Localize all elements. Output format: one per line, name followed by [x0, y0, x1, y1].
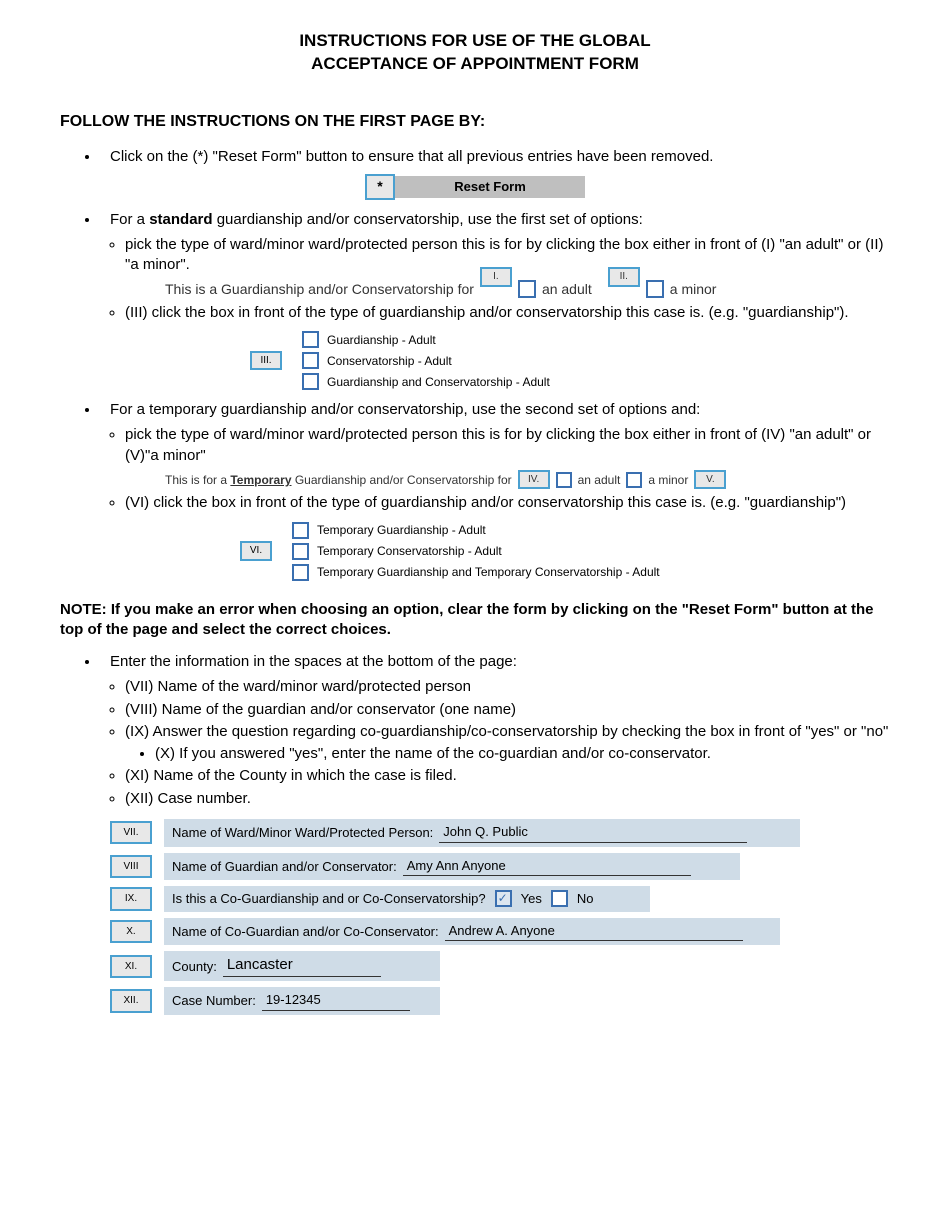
chk-c-adult[interactable] — [302, 352, 319, 369]
field-num-xii: XII. — [110, 989, 152, 1013]
opt-tg-adult: Temporary Guardianship - Adult — [317, 522, 486, 538]
checkbox-minor-std[interactable] — [646, 280, 664, 298]
bullet-enter: Enter the information in the spaces at t… — [100, 652, 890, 672]
field-viii-label: Name of Guardian and/or Conservator: — [172, 858, 397, 876]
callout-6: VI. — [240, 541, 272, 561]
label-adult-std: an adult — [542, 280, 592, 299]
field-ix: Is this a Co-Guardianship and or Co-Cons… — [164, 886, 650, 912]
document-title: INSTRUCTIONS FOR USE OF THE GLOBAL ACCEP… — [60, 30, 890, 76]
label-minor-temp: a minor — [648, 472, 688, 488]
field-xi-value[interactable]: Lancaster — [223, 955, 381, 977]
opt-gc-adult: Guardianship and Conservatorship - Adult — [327, 374, 550, 390]
note-text: NOTE: If you make an error when choosing… — [60, 601, 874, 638]
opt-g-adult: Guardianship - Adult — [327, 332, 436, 348]
sub-vii: (VII) Name of the ward/minor ward/protec… — [125, 677, 890, 697]
field-num-vii: VII. — [110, 821, 152, 845]
standard-type-line: This is a Guardianship and/or Conservato… — [165, 279, 890, 299]
callout-2: II. — [608, 267, 640, 287]
sub-iii: (III) click the box in front of the type… — [125, 303, 890, 323]
field-xii-value[interactable]: 19-12345 — [262, 991, 410, 1011]
field-vii-value[interactable]: John Q. Public — [439, 823, 747, 843]
field-ix-label: Is this a Co-Guardianship and or Co-Cons… — [172, 890, 486, 908]
field-viii-value[interactable]: Amy Ann Anyone — [403, 857, 691, 877]
field-num-viii: VIII — [110, 855, 152, 879]
field-xii-label: Case Number: — [172, 992, 256, 1010]
sub-ix: (IX) Answer the question regarding co-gu… — [125, 722, 890, 742]
opt-c-adult: Conservatorship - Adult — [327, 353, 452, 369]
section-heading: FOLLOW THE INSTRUCTIONS ON THE FIRST PAG… — [60, 111, 890, 133]
checkbox-adult-temp[interactable] — [556, 472, 572, 488]
label-adult-temp: an adult — [578, 472, 621, 488]
callout-5: V. — [694, 470, 726, 490]
chk-gc-adult[interactable] — [302, 373, 319, 390]
opt-tc-adult: Temporary Conservatorship - Adult — [317, 543, 502, 559]
field-xi-label: County: — [172, 958, 217, 976]
sub-viii: (VIII) Name of the guardian and/or conse… — [125, 700, 890, 720]
callout-4: IV. — [518, 470, 550, 490]
field-num-x: X. — [110, 920, 152, 944]
example-fields: VII. Name of Ward/Minor Ward/Protected P… — [110, 819, 890, 1015]
sub-xi: (XI) Name of the County in which the cas… — [125, 766, 890, 786]
label-yes: Yes — [521, 890, 542, 908]
field-vii-label: Name of Ward/Minor Ward/Protected Person… — [172, 824, 433, 842]
field-num-xi: XI. — [110, 955, 152, 979]
title-line-1: INSTRUCTIONS FOR USE OF THE GLOBAL — [60, 30, 890, 53]
chk-tc-adult[interactable] — [292, 543, 309, 560]
field-vii: Name of Ward/Minor Ward/Protected Person… — [164, 819, 800, 847]
field-xi: County: Lancaster — [164, 951, 440, 981]
bullet-reset: Click on the (*) "Reset Form" button to … — [100, 147, 890, 167]
field-x-value[interactable]: Andrew A. Anyone — [445, 922, 743, 942]
reset-star-box: * — [365, 174, 395, 200]
label-minor-std: a minor — [670, 280, 717, 299]
field-xii: Case Number: 19-12345 — [164, 987, 440, 1015]
opt-tgc-adult: Temporary Guardianship and Temporary Con… — [317, 564, 660, 580]
sub-xii: (XII) Case number. — [125, 789, 890, 809]
field-viii: Name of Guardian and/or Conservator: Amy… — [164, 853, 740, 881]
bullet-standard: For a standard guardianship and/or conse… — [100, 210, 890, 230]
chk-g-adult[interactable] — [302, 331, 319, 348]
callout-1: I. — [480, 267, 512, 287]
chk-tg-adult[interactable] — [292, 522, 309, 539]
field-x-label: Name of Co-Guardian and/or Co-Conservato… — [172, 923, 439, 941]
standard-options: III. Guardianship - Adult Conservatorshi… — [250, 327, 890, 394]
sub-pick-temp: pick the type of ward/minor ward/protect… — [125, 425, 890, 466]
checkbox-adult-std[interactable] — [518, 280, 536, 298]
title-line-2: ACCEPTANCE OF APPOINTMENT FORM — [60, 53, 890, 76]
checkbox-minor-temp[interactable] — [626, 472, 642, 488]
temp-type-line: This is for a Temporary Guardianship and… — [165, 470, 890, 490]
field-num-ix: IX. — [110, 887, 152, 911]
chk-no[interactable] — [551, 890, 568, 907]
chk-yes[interactable] — [495, 890, 512, 907]
chk-tgc-adult[interactable] — [292, 564, 309, 581]
label-no: No — [577, 890, 594, 908]
sub-x: (X) If you answered "yes", enter the nam… — [155, 744, 890, 764]
sub-vi: (VI) click the box in front of the type … — [125, 493, 890, 513]
temp-options: VI. Temporary Guardianship - Adult Tempo… — [240, 518, 890, 585]
field-x: Name of Co-Guardian and/or Co-Conservato… — [164, 918, 780, 946]
standard-prefix: This is a Guardianship and/or Conservato… — [165, 280, 474, 299]
note-block: NOTE: If you make an error when choosing… — [60, 600, 890, 641]
bullet-temp: For a temporary guardianship and/or cons… — [100, 400, 890, 420]
reset-example: * Reset Form — [60, 174, 890, 200]
callout-3: III. — [250, 351, 282, 371]
reset-button-image: Reset Form — [395, 176, 585, 198]
